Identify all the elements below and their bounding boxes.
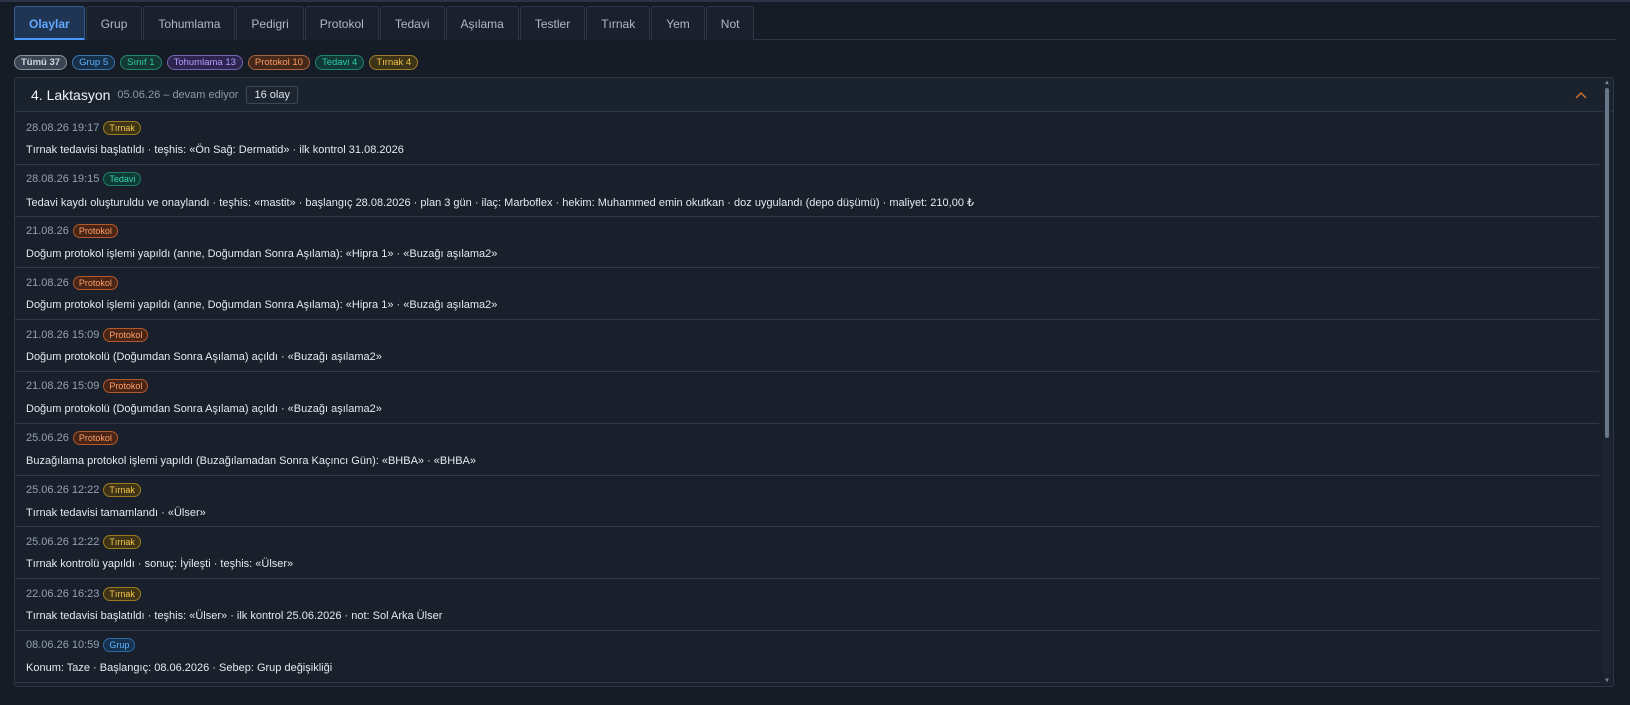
event-time: 25.06.26 12:22 [26, 535, 100, 548]
event-description: Doğum protokol işlemi yapıldı (anne, Doğ… [26, 299, 498, 312]
tab-yem[interactable]: Yem [651, 6, 705, 40]
event-type-badge: Tırnak [103, 120, 141, 135]
event-type-badge: Protokol [103, 327, 149, 342]
event-description: Tırnak tedavisi başlatıldı · teşhis: «Ön… [26, 144, 404, 156]
event-header: 21.08.26 15:09 Protokol [26, 326, 1589, 343]
tab-olaylar[interactable]: Olaylar [14, 6, 85, 40]
event-type-badge: Tırnak [103, 534, 141, 549]
event-row: 25.06.26 12:22 Tırnak Tırnak kontrolü yapı… [15, 527, 1599, 580]
event-description: Tedavi kaydı oluşturuldu ve onaylandı · … [26, 196, 974, 209]
filter-chip-sinif[interactable]: Sınıf 1 [120, 54, 162, 70]
event-description: Tırnak kontrolü yapıldı · sonuç: İyileşt… [26, 558, 294, 571]
filter-chip-tirnak[interactable]: Tırnak 4 [369, 54, 419, 70]
filter-chip-tumu[interactable]: Tümü 37 [14, 54, 68, 70]
event-row: 25.06.26 12:22 Tırnak Tırnak tedavisi tama… [15, 476, 1599, 528]
lactation-header[interactable]: 4. Laktasyon 05.06.26 – devam ediyor 16 … [15, 78, 1613, 112]
event-header: 22.06.26 16:23 Tırnak [26, 585, 1589, 602]
event-time: 25.06.26 12:22 [26, 484, 100, 497]
event-filter-chips: Tümü 37 Grup 5 Sınıf 1 Tohumlama 13 Protokol… [14, 54, 419, 70]
filter-chip-grup[interactable]: Grup 5 [72, 54, 116, 70]
event-header: 21.08.26 Protokol [26, 274, 1589, 291]
tab-grup[interactable]: Grup [85, 6, 143, 40]
event-description: Doğum protokolü (Doğumdan Sonra Aşılama)… [26, 402, 382, 415]
event-row: 21.08.26 15:09 Protokol Doğum protokolü (D… [15, 320, 1599, 372]
lactation-title: 4. Laktasyon [31, 86, 111, 103]
lactation-date-range: 05.06.26 – devam ediyor [117, 88, 239, 101]
tab-tohumlama[interactable]: Tohumlama [143, 6, 236, 40]
lactation-panel: 4. Laktasyon 05.06.26 – devam ediyor 16 … [14, 77, 1614, 687]
event-row: 21.08.26 Protokol Doğum protokol işlemi ya… [15, 217, 1599, 269]
filter-chip-tohumlama[interactable]: Tohumlama 13 [166, 54, 243, 70]
event-row: 28.08.26 19:15 Tedavi Tedavi kaydı oluştur… [15, 165, 1599, 217]
tab-pedigri[interactable]: Pedigri [236, 6, 304, 40]
event-type-badge: Protokol [72, 224, 118, 239]
event-row: 22.06.26 16:23 Tırnak Tırnak tedavisi başl… [15, 579, 1599, 631]
event-time: 21.08.26 [26, 276, 69, 289]
scroll-thumb[interactable] [1605, 88, 1609, 438]
event-type-badge: Tırnak [103, 483, 141, 498]
event-description: Buzağılama protokol işlemi yapıldı (Buza… [26, 454, 477, 467]
event-type-badge: Protokol [72, 431, 118, 446]
event-row: 21.08.26 15:09 Protokol Doğum protokolü (D… [15, 372, 1599, 424]
event-time: 21.08.26 15:09 [26, 380, 100, 393]
event-list: 28.08.26 19:17 Tırnak Tırnak tedavisi başl… [15, 113, 1599, 686]
event-type-badge: Protokol [103, 379, 149, 394]
event-header: 28.08.26 19:17 Tırnak [26, 119, 1589, 136]
event-header: 25.06.26 12:22 Tırnak [26, 482, 1589, 499]
event-time: 28.08.26 19:15 [26, 173, 100, 186]
event-time: 08.06.26 10:59 [26, 639, 100, 652]
tab-asilama[interactable]: Aşılama [445, 6, 519, 40]
event-header: 25.06.26 Protokol [26, 430, 1589, 447]
tab-protokol[interactable]: Protokol [304, 6, 379, 40]
event-row: 25.06.26 Protokol Buzağılama protokol işle… [15, 424, 1599, 476]
tab-not[interactable]: Not [705, 6, 755, 40]
tab-tirnak[interactable]: Tırnak [586, 6, 651, 40]
filter-chip-tedavi[interactable]: Tedavi 4 [314, 54, 365, 70]
event-type-badge: Tırnak [103, 586, 141, 601]
event-time: 21.08.26 [26, 225, 69, 238]
event-row: 08.06.26 10:59 Grup Konum: Taze · Başlangı… [15, 631, 1599, 683]
event-row: 21.08.26 Protokol Doğum protokol işlemi ya… [15, 268, 1599, 321]
chevron-up-icon[interactable] [1573, 87, 1589, 103]
event-header: 21.08.26 15:09 Protokol [26, 378, 1589, 395]
scroll-down-arrow-icon[interactable]: ▼ [1603, 678, 1611, 684]
event-list-scrollbar[interactable]: ▲ ▼ [1603, 80, 1611, 684]
event-description: Konum: Taze · Başlangıç: 08.06.2026 · Se… [26, 661, 333, 674]
event-row: 28.08.26 19:17 Tırnak Tırnak tedavisi başl… [15, 113, 1599, 165]
event-description: Tırnak tedavisi tamamlandı · «Ülser» [26, 506, 206, 519]
event-description: Doğum protokol işlemi yapıldı (anne, Doğ… [26, 247, 498, 260]
event-description: Tırnak tedavisi başlatıldı · teşhis: «Ül… [26, 610, 443, 623]
event-time: 21.08.26 15:09 [26, 328, 100, 341]
tab-bar: Olaylar Grup Tohumlama Pedigri Protokol Tedav… [14, 6, 1616, 40]
event-time: 25.06.26 [26, 432, 69, 445]
event-description: Doğum protokolü (Doğumdan Sonra Aşılama)… [26, 351, 382, 364]
event-header: 08.06.26 10:59 Grup [26, 637, 1589, 654]
scroll-up-arrow-icon[interactable]: ▲ [1603, 80, 1611, 86]
tab-testler[interactable]: Testler [519, 6, 586, 40]
tab-tedavi[interactable]: Tedavi [379, 6, 445, 40]
event-type-badge: Tedavi [103, 172, 142, 187]
event-type-badge: Protokol [72, 275, 118, 290]
filter-chip-protokol[interactable]: Protokol 10 [247, 54, 310, 70]
event-header: 28.08.26 19:15 Tedavi [26, 171, 1589, 188]
event-header: 25.06.26 12:22 Tırnak [26, 533, 1589, 550]
event-time: 22.06.26 16:23 [26, 587, 100, 600]
event-header: 21.08.26 Protokol [26, 223, 1589, 240]
app-frame: Olaylar Grup Tohumlama Pedigri Protokol Tedav… [0, 0, 1630, 705]
event-time: 28.08.26 19:17 [26, 121, 100, 134]
event-type-badge: Grup [103, 638, 136, 653]
event-count-badge: 16 olay [246, 85, 298, 104]
